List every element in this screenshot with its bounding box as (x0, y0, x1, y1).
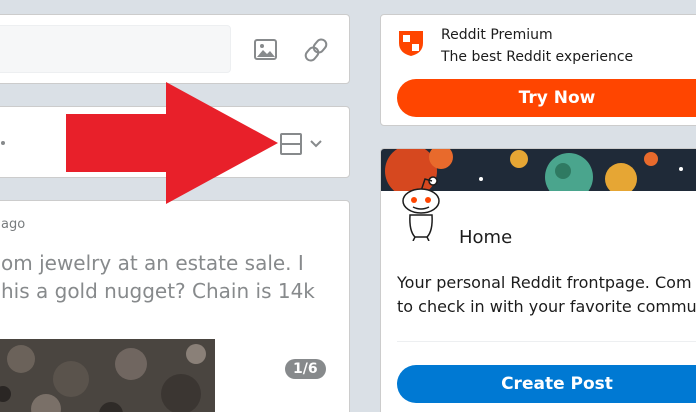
home-description-line: to check in with your favorite commu (397, 297, 696, 316)
home-description: Your personal Reddit frontpage. Com to c… (397, 271, 696, 319)
post-timestamp: ago (1, 217, 26, 232)
chevron-down-icon[interactable] (309, 138, 323, 150)
premium-title: Reddit Premium (441, 27, 553, 43)
red-arrow-annotation (66, 82, 278, 204)
sort-separator-dot (1, 141, 5, 145)
card-layout-icon[interactable] (279, 132, 303, 156)
create-post-input[interactable] (0, 25, 231, 73)
link-icon[interactable] (303, 37, 329, 63)
premium-card: Reddit Premium The best Reddit experienc… (380, 14, 696, 126)
divider (397, 341, 696, 342)
post-title-line: om jewelry at an estate sale. I (1, 251, 304, 275)
home-title: Home (459, 227, 513, 248)
premium-shield-icon (399, 31, 423, 56)
create-post-button[interactable]: Create Post (397, 365, 696, 403)
try-now-button[interactable]: Try Now (397, 79, 696, 117)
premium-subtitle: The best Reddit experience (441, 49, 634, 65)
gallery-counter-badge: 1/6 (285, 359, 326, 379)
home-card: Home Your personal Reddit frontpage. Com… (380, 148, 696, 412)
post-image[interactable] (0, 339, 215, 412)
post-title[interactable]: om jewelry at an estate sale. I his a go… (1, 249, 341, 305)
create-post-bar (0, 14, 350, 84)
post-title-line: his a gold nugget? Chain is 14k (1, 279, 315, 303)
home-description-line: Your personal Reddit frontpage. Com (397, 273, 692, 292)
snoo-mascot-icon (402, 176, 440, 241)
image-icon[interactable] (253, 37, 279, 63)
post-card[interactable]: ago om jewelry at an estate sale. I his … (0, 200, 350, 412)
